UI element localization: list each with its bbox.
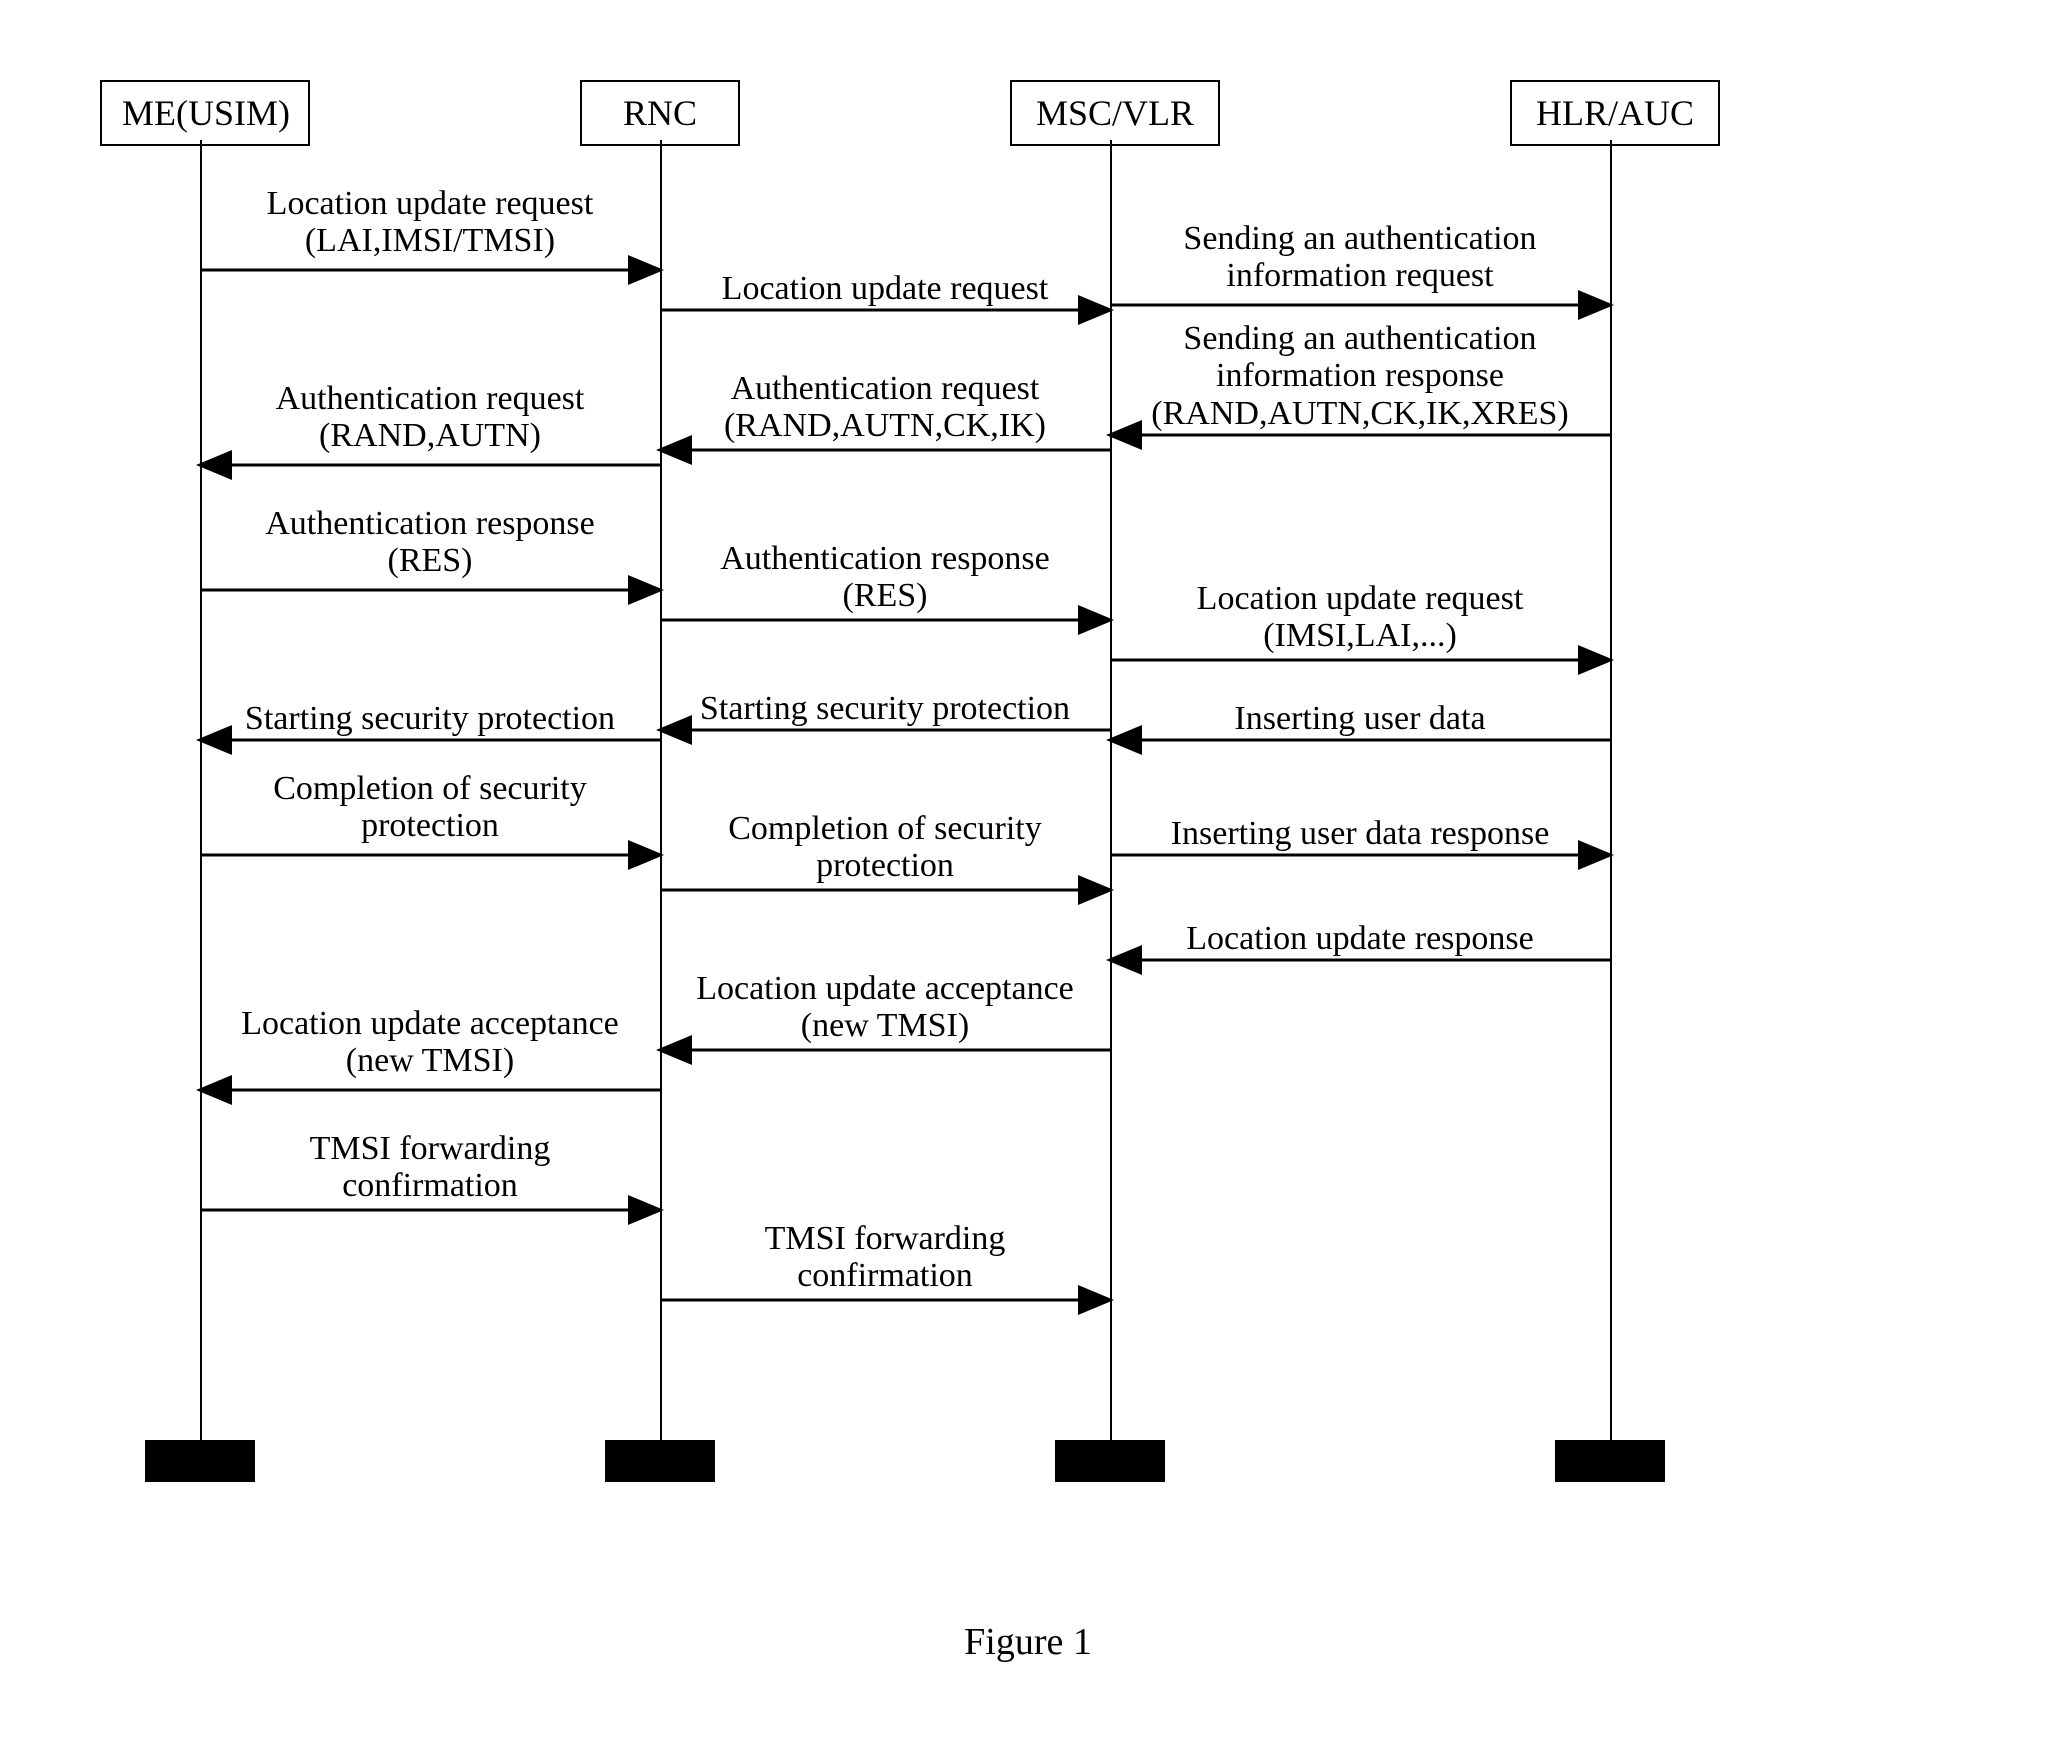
figure-caption: Figure 1 — [100, 1620, 1956, 1664]
msg-tmsi-forward-1: TMSI forwardingconfirmation — [210, 1130, 650, 1205]
msg-insert-user-data-response: Inserting user data response — [1120, 815, 1600, 852]
msg-location-update-response: Location update response — [1120, 920, 1600, 957]
msg-send-auth-info-response: Sending an authenticationinformation res… — [1120, 320, 1600, 432]
sequence-diagram: ME(USIM) RNC MSC/VLR HLR/AUC — [100, 80, 1956, 1560]
msg-location-update-accept-2: Location update acceptance(new TMSI) — [670, 970, 1100, 1045]
msg-auth-response-2: Authentication response(RES) — [670, 540, 1100, 615]
msg-location-update-request-3: Location update request(IMSI,LAI,...) — [1120, 580, 1600, 655]
msg-auth-request-2: Authentication request(RAND,AUTN,CK,IK) — [670, 370, 1100, 445]
msg-start-security-2: Starting security protection — [670, 690, 1100, 727]
msg-completion-security-2: Completion of securityprotection — [670, 810, 1100, 885]
msg-auth-response-1: Authentication response(RES) — [210, 505, 650, 580]
msg-auth-request-1: Authentication request(RAND,AUTN) — [210, 380, 650, 455]
msg-insert-user-data: Inserting user data — [1120, 700, 1600, 737]
msg-completion-security-1: Completion of securityprotection — [210, 770, 650, 845]
msg-send-auth-info-request: Sending an authenticationinformation req… — [1120, 220, 1600, 295]
msg-location-update-accept-1: Location update acceptance(new TMSI) — [210, 1005, 650, 1080]
msg-tmsi-forward-2: TMSI forwardingconfirmation — [670, 1220, 1100, 1295]
msg-location-update-request-2: Location update request — [670, 270, 1100, 307]
msg-location-update-request-1: Location update request(LAI,IMSI/TMSI) — [210, 185, 650, 260]
msg-start-security-1: Starting security protection — [210, 700, 650, 737]
